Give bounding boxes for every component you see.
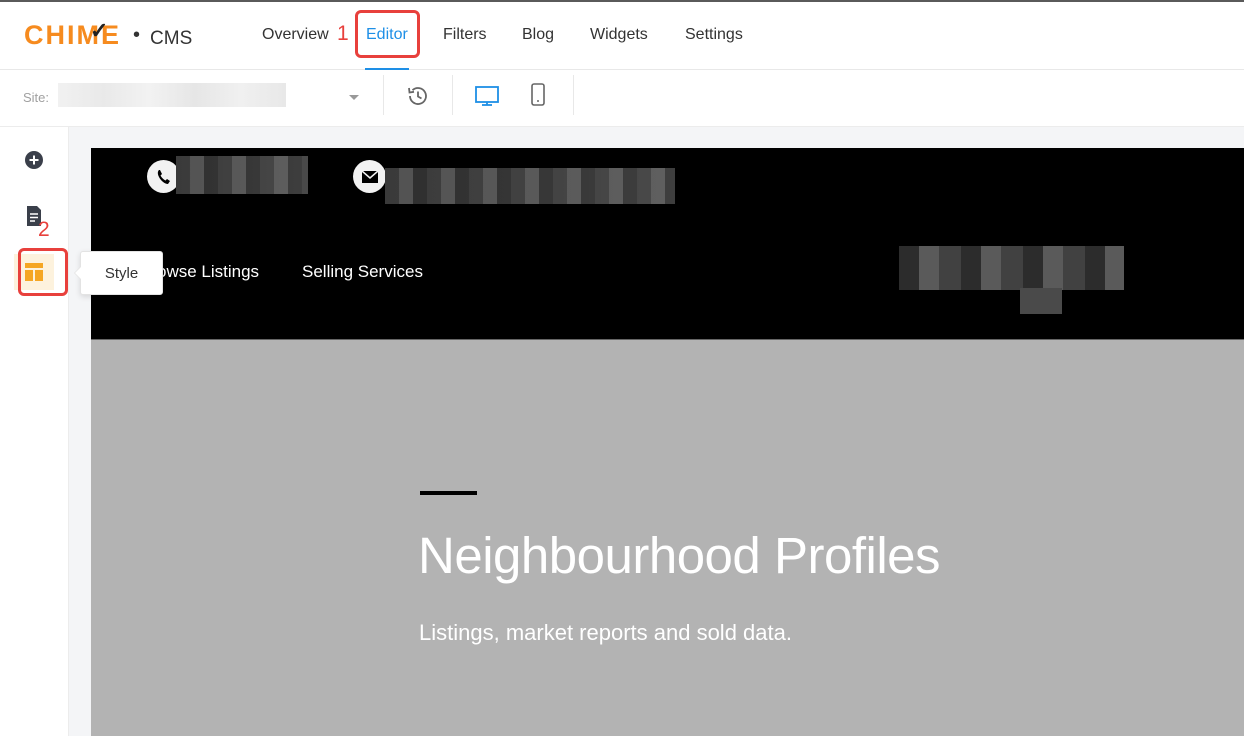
site-nav-browse-listings[interactable]: owse Listings	[157, 262, 259, 282]
add-section-button[interactable]	[18, 144, 50, 176]
nav-blog[interactable]: Blog	[522, 26, 554, 44]
hero-title: Neighbourhood Profiles	[418, 527, 941, 584]
add-circle-icon	[25, 151, 43, 169]
nav-filters[interactable]: Filters	[443, 26, 487, 44]
desktop-icon[interactable]	[474, 84, 500, 113]
site-value-redacted	[58, 83, 286, 107]
history-icon[interactable]	[405, 83, 431, 114]
top-nav-bar: CHIME ✓ • CMS Overview Editor Filters Bl…	[0, 0, 1244, 71]
annotation-step-1: 1	[337, 22, 349, 45]
mail-icon[interactable]	[353, 160, 386, 193]
editor-highlight-box	[355, 10, 420, 58]
style-tooltip: Style	[74, 251, 163, 295]
editor-toolbar: Site:	[0, 70, 1244, 127]
mobile-icon[interactable]	[529, 82, 547, 113]
nav-widgets[interactable]: Widgets	[590, 26, 648, 44]
site-nav-selling-services[interactable]: Selling Services	[302, 262, 423, 282]
product-name: CMS	[150, 28, 193, 49]
hero-accent-line	[420, 491, 477, 495]
brand-separator: •	[133, 24, 141, 46]
nav-overview[interactable]: Overview	[262, 26, 329, 44]
toolbar-divider	[452, 75, 453, 115]
brand[interactable]: CHIME ✓ • CMS	[24, 18, 193, 51]
logo-redacted	[899, 246, 1124, 290]
site-header: owse Listings Selling Services	[91, 148, 1244, 340]
site-preview[interactable]: owse Listings Selling Services Neighbour…	[91, 148, 1244, 736]
style-highlight-box	[18, 248, 68, 296]
email-redacted	[385, 168, 675, 204]
annotation-step-2: 2	[38, 218, 50, 241]
brand-check-mark: ✓	[90, 18, 109, 43]
site-label: Site:	[23, 90, 50, 105]
site-select[interactable]	[58, 81, 368, 113]
nav-settings[interactable]: Settings	[685, 26, 743, 44]
toolbar-divider	[573, 75, 574, 115]
chevron-down-icon	[349, 95, 359, 100]
toolbar-divider	[383, 75, 384, 115]
phone-number-redacted	[176, 156, 308, 194]
logo-redacted-part	[1020, 288, 1062, 314]
hero-subtitle: Listings, market reports and sold data.	[419, 620, 792, 645]
